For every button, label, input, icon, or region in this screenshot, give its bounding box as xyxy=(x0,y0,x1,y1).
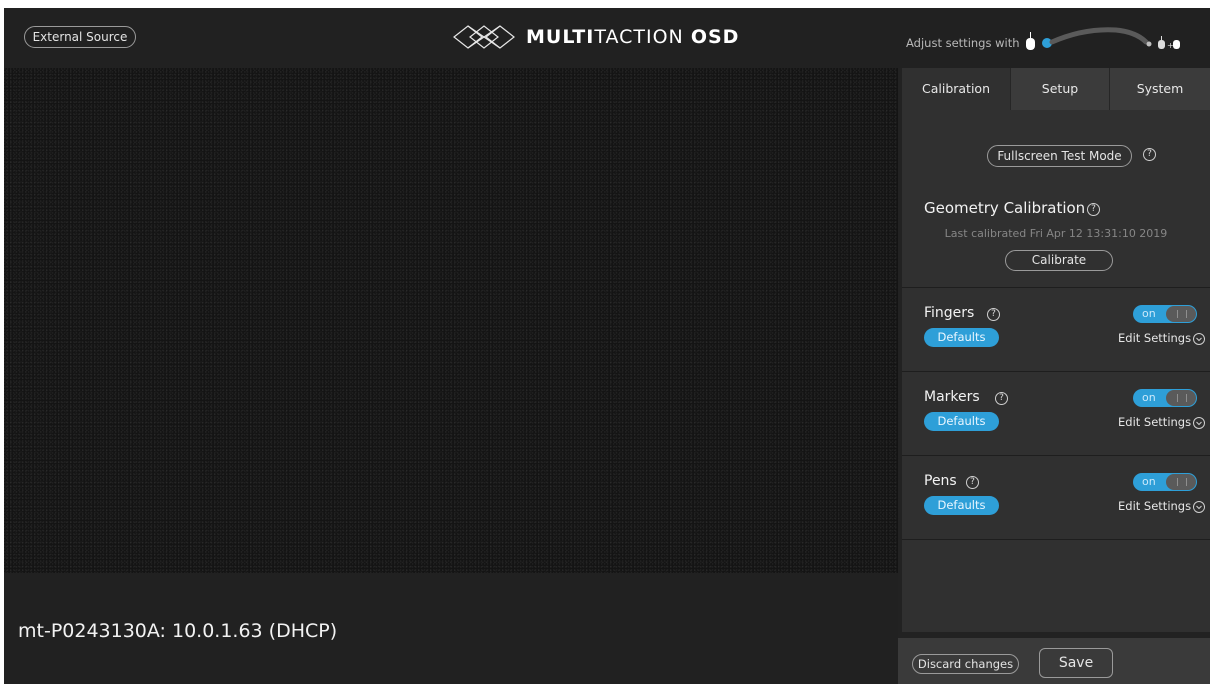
last-calibrated-text: Last calibrated Fri Apr 12 13:31:10 2019 xyxy=(944,227,1168,240)
brand-light: TACTION xyxy=(594,26,684,48)
chevron-down-icon xyxy=(1193,416,1206,429)
toggle-on-label: on xyxy=(1142,475,1156,488)
help-icon[interactable]: ? xyxy=(987,308,1000,321)
adjust-settings-slider-icon[interactable]: + xyxy=(1024,24,1204,58)
toggle-on-label: on xyxy=(1142,307,1156,320)
help-icon[interactable]: ? xyxy=(966,476,979,489)
save-button[interactable]: Save xyxy=(1039,648,1113,678)
brand-bold: MULTI xyxy=(526,26,595,48)
edit-settings-label: Edit Settings xyxy=(1118,415,1192,429)
geometry-calibration-title: Geometry Calibration xyxy=(924,199,1086,217)
settings-tabs: Calibration Setup System xyxy=(902,68,1210,110)
help-icon[interactable]: ? xyxy=(995,392,1008,405)
toggle-on-label: on xyxy=(1142,391,1156,404)
section-title-pens: Pens xyxy=(924,473,957,489)
device-network-info: mt-P0243130A: 10.0.1.63 (DHCP) xyxy=(18,620,338,642)
svg-text:+: + xyxy=(1167,41,1174,50)
markers-section: Markers ? Defaults on Edit Settings xyxy=(902,371,1210,455)
fullscreen-test-mode-button[interactable]: Fullscreen Test Mode xyxy=(987,145,1132,167)
toggle-knob xyxy=(1166,474,1196,490)
tab-setup[interactable]: Setup xyxy=(1010,68,1110,110)
fingers-edit-settings[interactable]: Edit Settings xyxy=(1118,331,1206,345)
brand-suffix: OSD xyxy=(690,26,740,48)
help-icon[interactable]: ? xyxy=(1143,148,1156,161)
pens-edit-settings[interactable]: Edit Settings xyxy=(1118,499,1206,513)
toggle-knob xyxy=(1166,306,1196,322)
pens-defaults-button[interactable]: Defaults xyxy=(924,496,999,515)
settings-panel: Calibration Setup System Fullscreen Test… xyxy=(902,68,1210,632)
chevron-down-icon xyxy=(1193,500,1206,513)
toggle-knob xyxy=(1166,390,1196,406)
pens-section: Pens ? Defaults on Edit Settings xyxy=(902,455,1210,540)
markers-edit-settings[interactable]: Edit Settings xyxy=(1118,415,1206,429)
calibrate-button[interactable]: Calibrate xyxy=(1005,250,1113,271)
osd-screen: External Source MULTITACTION OSD Adjust … xyxy=(4,8,1210,684)
chevron-down-icon xyxy=(1193,332,1206,345)
pens-toggle[interactable]: on xyxy=(1133,473,1197,491)
fingers-toggle[interactable]: on xyxy=(1133,305,1197,323)
edit-settings-label: Edit Settings xyxy=(1118,499,1192,513)
tab-system[interactable]: System xyxy=(1110,68,1210,110)
tab-calibration[interactable]: Calibration xyxy=(902,68,1010,110)
video-preview-area xyxy=(4,68,898,573)
action-bar: Discard changes Save xyxy=(898,638,1210,684)
brand-name: MULTITACTION OSD xyxy=(526,26,739,48)
fingers-section: Fingers ? Defaults on Edit Settings xyxy=(902,287,1210,371)
markers-toggle[interactable]: on xyxy=(1133,389,1197,407)
markers-defaults-button[interactable]: Defaults xyxy=(924,412,999,431)
edit-settings-label: Edit Settings xyxy=(1118,331,1192,345)
external-source-button[interactable]: External Source xyxy=(24,26,136,48)
help-icon[interactable]: ? xyxy=(1087,203,1100,216)
fingers-defaults-button[interactable]: Defaults xyxy=(924,328,999,347)
mouse-icon xyxy=(1026,32,1035,50)
mouse-move-icon: + xyxy=(1158,36,1180,50)
top-bar: External Source MULTITACTION OSD Adjust … xyxy=(4,8,1210,68)
section-title-markers: Markers xyxy=(924,389,980,405)
discard-changes-button[interactable]: Discard changes xyxy=(912,654,1019,674)
section-title-fingers: Fingers xyxy=(924,305,975,321)
multitaction-logo-icon xyxy=(453,25,515,49)
adjust-settings-hint: Adjust settings with xyxy=(906,36,1020,50)
